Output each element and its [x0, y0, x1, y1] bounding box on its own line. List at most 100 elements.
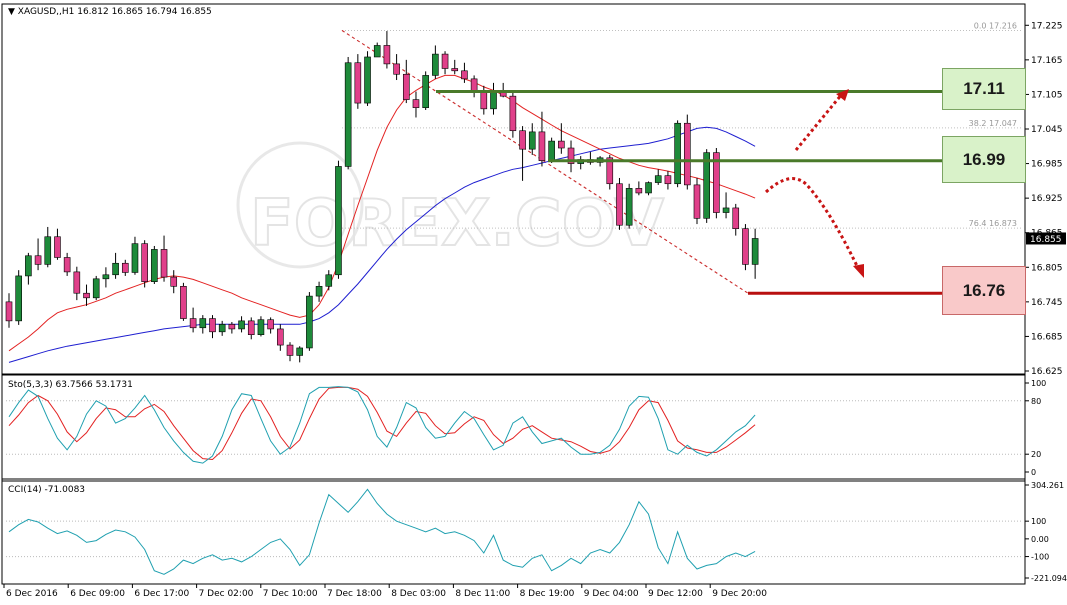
candle [577, 156, 585, 170]
candle-body-down [635, 188, 643, 194]
time-tick-label: 9 Dec 04:00 [584, 589, 639, 599]
price-tick-label: 16.805 [1031, 263, 1063, 273]
cci-line [8, 488, 756, 575]
level-label-1699: 16.99 [962, 149, 1006, 169]
candle-body-up [703, 152, 710, 219]
time-tick-label: 9 Dec 12:00 [648, 589, 703, 599]
candle-body-up [645, 182, 652, 194]
candle-body-down [247, 320, 255, 336]
candle [267, 317, 274, 334]
candle-body-up [151, 249, 158, 282]
candle [131, 236, 139, 275]
price-tick-label: 16.625 [1031, 367, 1063, 377]
time-tick-label: 6 Dec 09:00 [70, 589, 125, 599]
candle [209, 315, 216, 339]
level-box-1711: 17.11 [942, 68, 1026, 110]
candle [635, 181, 643, 196]
candle [257, 316, 265, 337]
candle-body-up [102, 274, 110, 280]
candle-body-down [354, 62, 362, 104]
candle-body-up [199, 318, 207, 329]
cci-tick-label: 0.00 [1031, 535, 1049, 544]
candle-body-up [674, 122, 681, 185]
candle-body-down [683, 122, 691, 186]
chart[interactable]: 17.225 17.165 17.105 17.045 16.985 16.925 16.8… [0, 0, 1067, 605]
candle [325, 270, 333, 291]
level-label-1676: 16.76 [962, 280, 1006, 300]
time-tick-label: 9 Dec 20:00 [712, 589, 767, 599]
time-tick-label: 6 Dec 17:00 [134, 589, 189, 599]
candle [296, 346, 304, 363]
arrow-up-path [794, 93, 844, 151]
price-tick-label: 17.225 [1031, 21, 1063, 31]
candle [63, 252, 71, 276]
candle-body-down [73, 271, 81, 294]
candle [306, 292, 313, 351]
candle-body-down [209, 318, 216, 333]
candle-body-down [63, 257, 71, 273]
arrow-down-path [764, 177, 860, 269]
price-tick-label: 16.685 [1031, 332, 1063, 342]
candle [470, 75, 478, 98]
candle [693, 177, 701, 225]
candle [73, 266, 81, 301]
candle [151, 245, 158, 284]
candle-body-down [286, 344, 294, 356]
candle [141, 240, 148, 288]
candle-body-down [189, 318, 197, 329]
candle [160, 235, 168, 282]
candle [441, 51, 449, 75]
candle-body-down [54, 236, 61, 258]
candle [218, 320, 226, 336]
candle-body-down [616, 183, 623, 226]
candle [286, 342, 294, 362]
candle [277, 324, 284, 351]
candle [34, 238, 42, 271]
candle-body-down [461, 70, 468, 80]
candle-body-down [742, 228, 749, 265]
candle-body-up [373, 45, 381, 58]
candle [412, 91, 420, 118]
stoch-header: Sto(5,3,3) 63.7566 53.1731 [8, 380, 133, 390]
candle [383, 31, 391, 69]
candle [683, 114, 691, 190]
candle [238, 316, 245, 333]
stoch-signal-line [8, 386, 756, 461]
candle [674, 120, 681, 188]
candle-body-up [335, 166, 342, 276]
candle [402, 59, 410, 104]
candle [92, 275, 100, 301]
time-tick-label: 7 Dec 10:00 [263, 589, 318, 599]
candle-body-up [315, 285, 323, 297]
candle-body-up [238, 320, 245, 330]
cci-tick-label: -100 [1031, 553, 1049, 562]
candle-body-up [722, 207, 730, 213]
fib-level-label: 38.2 17.047 [969, 119, 1017, 128]
candle-body-down [160, 249, 168, 278]
candle [751, 228, 759, 279]
level-box-1699: 16.99 [942, 136, 1026, 183]
candle-body-down [412, 99, 420, 108]
candle [373, 42, 381, 58]
level-box-1676: 16.76 [942, 266, 1026, 315]
candle [519, 126, 526, 181]
candle-body-up [44, 236, 52, 265]
candle-body-down [170, 276, 178, 287]
candle [645, 181, 652, 196]
candle [625, 183, 633, 229]
candle-body-up [654, 175, 662, 183]
level-label-1711: 17.11 [963, 79, 1005, 98]
cci-panel-frame [1, 478, 1026, 585]
candle-body-down [693, 184, 701, 219]
candle [15, 270, 22, 325]
candle [364, 51, 371, 106]
candle [121, 259, 129, 276]
candle [5, 293, 13, 328]
candle [199, 315, 207, 334]
candle-body-up [306, 295, 313, 349]
candle [180, 282, 187, 321]
symbol-header: ▼ XAGUSD,,H1 16.812 16.865 16.794 16.855 [8, 7, 212, 17]
candle [354, 54, 362, 109]
candle [558, 123, 565, 154]
price-tick-label: 17.105 [1031, 90, 1063, 100]
